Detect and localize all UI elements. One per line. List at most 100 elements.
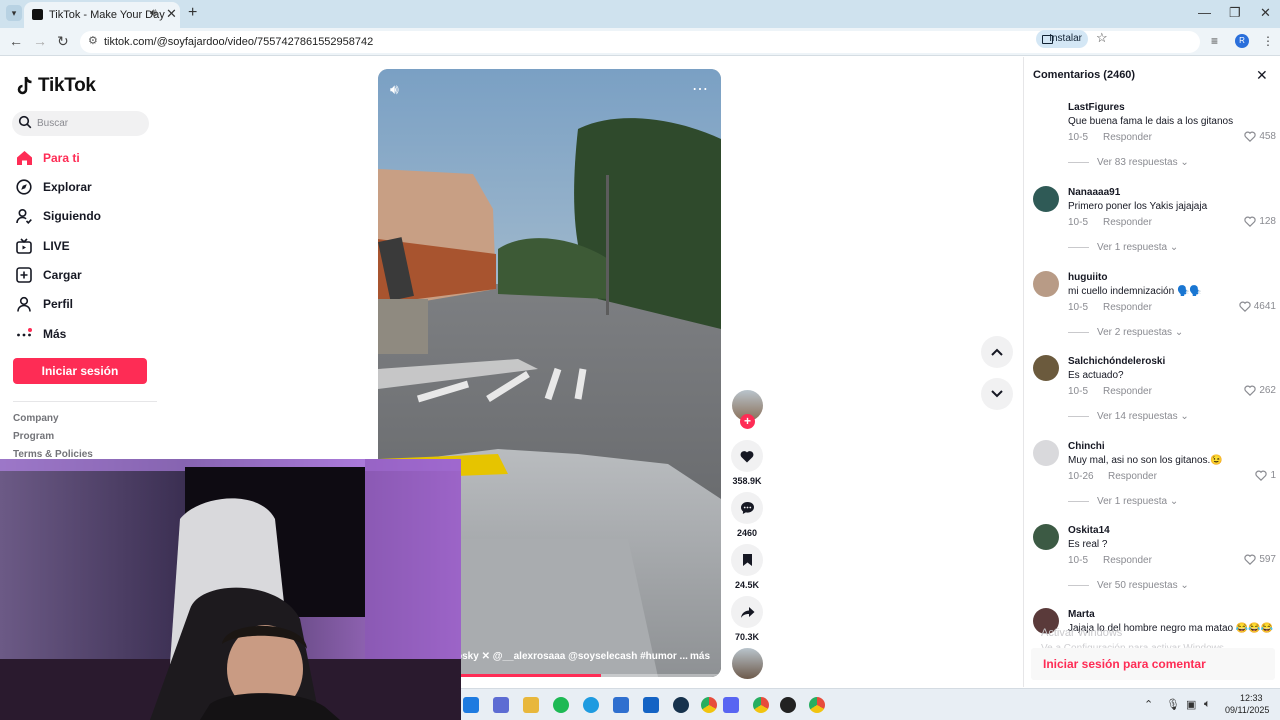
outlook-icon[interactable] <box>643 697 659 713</box>
close-window-icon[interactable]: ✕ <box>1260 5 1271 21</box>
view-replies-link[interactable]: Ver 1 respuesta ⌄ <box>1068 496 1178 507</box>
site-info-icon[interactable]: ⚙ <box>88 34 98 47</box>
comment-avatar[interactable] <box>1033 186 1059 212</box>
comment-avatar[interactable] <box>1033 101 1059 127</box>
save-button[interactable] <box>731 544 763 576</box>
address-bar: ← → ↻ ⚙ tiktok.com/@soyfajardoo/video/75… <box>0 28 1280 56</box>
tray-expand-icon[interactable]: ⌃ <box>1144 698 1153 711</box>
url-text[interactable]: tiktok.com/@soyfajardoo/video/7557427861… <box>104 36 373 48</box>
view-replies-link[interactable]: Ver 2 respuestas ⌄ <box>1068 327 1183 338</box>
reply-link[interactable]: Responder <box>1108 471 1157 482</box>
comment-like-button[interactable]: 458 <box>1244 131 1276 142</box>
chrome-profile-icon[interactable] <box>753 697 769 713</box>
comment-avatar[interactable] <box>1033 524 1059 550</box>
next-video-button[interactable] <box>981 378 1013 410</box>
login-button[interactable]: Iniciar sesión <box>13 358 147 384</box>
windows-activation-title: Activar Windows <box>1041 627 1123 639</box>
sidebar-item-explorar[interactable]: Explorar <box>15 176 92 198</box>
spotify-icon[interactable] <box>553 697 569 713</box>
follow-plus-icon[interactable]: + <box>740 414 755 429</box>
browser-menu-icon[interactable]: ⋮ <box>1262 34 1274 48</box>
comment-like-button[interactable]: 262 <box>1244 385 1276 396</box>
network-icon[interactable]: ▣ <box>1186 698 1196 711</box>
clock-time[interactable]: 12:33 <box>1240 693 1263 703</box>
chevron-up-icon <box>991 348 1003 356</box>
volume-icon[interactable]: 🔊︎ <box>390 81 399 98</box>
tiktok-logo[interactable]: TikTok <box>16 75 96 97</box>
reply-link[interactable]: Responder <box>1103 386 1152 397</box>
sidebar-item-siguiendo[interactable]: Siguiendo <box>15 205 101 227</box>
install-app-button[interactable]: Instalar <box>1036 30 1088 48</box>
comment-username[interactable]: Nanaaaa91 <box>1068 187 1120 198</box>
caption-more-link[interactable]: más <box>690 651 710 662</box>
audio-playing-icon[interactable]: 🔊︎ <box>150 7 157 20</box>
comment-avatar[interactable] <box>1033 355 1059 381</box>
discord-icon[interactable] <box>723 697 739 713</box>
comment-like-count: 1 <box>1270 470 1276 481</box>
view-replies-link[interactable]: Ver 14 respuestas ⌄ <box>1068 411 1189 422</box>
comment-username[interactable]: huguiito <box>1068 272 1107 283</box>
comment-username[interactable]: Marta <box>1068 609 1095 620</box>
close-tab-icon[interactable]: ✕ <box>166 6 177 22</box>
microsoft-store-icon[interactable] <box>613 697 629 713</box>
minimize-icon[interactable]: — <box>1198 5 1211 20</box>
bookmark-star-icon[interactable]: ☆ <box>1096 30 1108 46</box>
comment-like-button[interactable]: 128 <box>1244 216 1276 227</box>
footer-link-program[interactable]: Program <box>13 431 54 442</box>
sidebar-item-live[interactable]: LIVE <box>15 235 70 257</box>
sidebar-item-cargar[interactable]: Cargar <box>15 264 82 286</box>
file-explorer-icon[interactable] <box>523 697 539 713</box>
reply-link[interactable]: Responder <box>1103 302 1152 313</box>
teams-icon[interactable] <box>493 697 509 713</box>
video-caption[interactable]: osky ✕ @__alexrosaaa @soyselecash #humor… <box>456 651 688 662</box>
back-icon[interactable]: ← <box>9 33 23 49</box>
comment-username[interactable]: Oskita14 <box>1068 525 1110 536</box>
comment-button[interactable] <box>731 492 763 524</box>
reply-link[interactable]: Responder <box>1103 217 1152 228</box>
comment-username[interactable]: Chinchi <box>1068 441 1105 452</box>
comment-avatar[interactable] <box>1033 271 1059 297</box>
forward-icon[interactable]: → <box>33 33 47 49</box>
comment-like-button[interactable]: 4641 <box>1239 301 1276 312</box>
start-menu-icon[interactable] <box>463 697 479 713</box>
sidebar-item-para-ti[interactable]: Para ti <box>15 147 80 169</box>
comment-avatar[interactable] <box>1033 440 1059 466</box>
edge-icon[interactable] <box>583 697 599 713</box>
chrome-icon[interactable] <box>701 697 717 713</box>
comment-like-button[interactable]: 1 <box>1255 470 1276 481</box>
video-more-options-icon[interactable]: ⋯ <box>692 79 709 99</box>
search-input[interactable]: Buscar <box>12 111 149 136</box>
music-disc-avatar[interactable] <box>732 648 763 679</box>
tab-search-icon[interactable]: ▾ <box>6 5 22 21</box>
close-comments-icon[interactable]: ✕ <box>1256 67 1268 84</box>
previous-video-button[interactable] <box>981 336 1013 368</box>
footer-link-company[interactable]: Company <box>13 413 59 424</box>
app-icon[interactable] <box>780 697 796 713</box>
share-button[interactable] <box>731 596 763 628</box>
comment-username[interactable]: LastFigures <box>1068 102 1125 113</box>
speaker-icon[interactable]: 🔈︎ <box>1204 698 1211 711</box>
browser-tab[interactable]: TikTok - Make Your Day 🔊︎ ✕ <box>24 2 180 28</box>
reload-icon[interactable]: ↻ <box>57 33 69 50</box>
comment-date: 10-5 <box>1068 386 1089 397</box>
clock-date[interactable]: 09/11/2025 <box>1225 705 1269 715</box>
sidebar-item-perfil[interactable]: Perfil <box>15 293 73 315</box>
chrome-active-icon[interactable] <box>809 697 825 713</box>
sidebar-item-mas[interactable]: Más <box>15 323 66 345</box>
microphone-icon[interactable]: 🎙︎ <box>1166 698 1180 711</box>
view-replies-link[interactable]: Ver 50 respuestas ⌄ <box>1068 580 1189 591</box>
url-field[interactable]: ⚙ tiktok.com/@soyfajardoo/video/75574278… <box>80 31 1200 53</box>
profile-avatar[interactable]: R <box>1235 34 1249 48</box>
new-tab-icon[interactable]: + <box>188 4 197 22</box>
reading-list-icon[interactable]: ≡ <box>1211 34 1218 48</box>
comment-username[interactable]: Salchichóndeleroski <box>1068 356 1165 367</box>
login-to-comment-button[interactable]: Iniciar sesión para comentar <box>1031 648 1275 680</box>
reply-link[interactable]: Responder <box>1103 132 1152 143</box>
reply-link[interactable]: Responder <box>1103 555 1152 566</box>
view-replies-link[interactable]: Ver 1 respuesta ⌄ <box>1068 242 1178 253</box>
restore-icon[interactable]: ❐ <box>1229 5 1241 21</box>
like-button[interactable] <box>731 440 763 472</box>
view-replies-link[interactable]: Ver 83 respuestas ⌄ <box>1068 157 1189 168</box>
steam-icon[interactable] <box>673 697 689 713</box>
comment-like-button[interactable]: 597 <box>1244 554 1276 565</box>
